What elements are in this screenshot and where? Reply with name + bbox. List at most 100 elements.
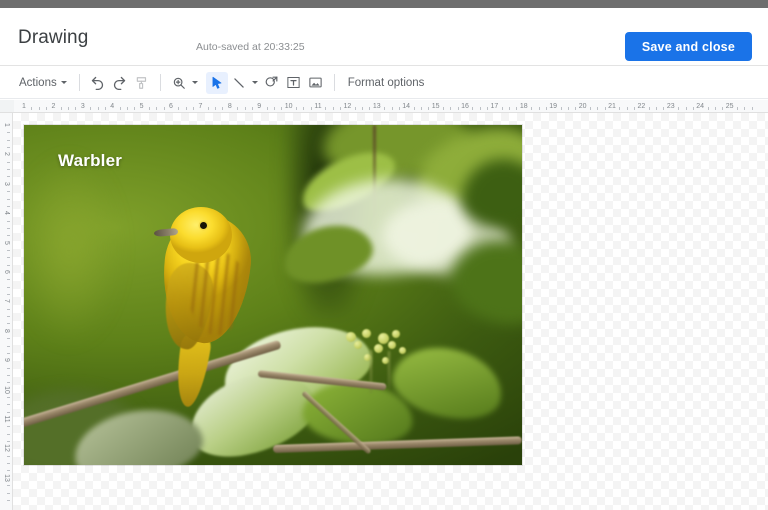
ruler-tick (31, 107, 33, 110)
format-options-button[interactable]: Format options (342, 74, 431, 92)
ruler-tick-label: 19 (549, 103, 558, 110)
save-and-close-button[interactable]: Save and close (624, 32, 752, 61)
ruler-tick (7, 396, 10, 398)
ruler-tick (413, 107, 415, 110)
ruler-tick (450, 107, 452, 110)
image-icon[interactable] (305, 72, 327, 94)
ruler-tick (7, 463, 10, 465)
bird-figure (153, 207, 263, 415)
ruler-tick (75, 107, 77, 110)
ruler-tick (7, 227, 10, 229)
ruler-tick-label: 8 (227, 103, 232, 110)
zoom-dropdown-icon[interactable] (190, 72, 201, 94)
ruler-tick (7, 455, 10, 457)
page-title: Drawing (18, 27, 89, 48)
ruler-tick (604, 107, 606, 110)
ruler-tick (332, 107, 334, 110)
ruler-tick (7, 433, 10, 435)
drawing-canvas[interactable]: Warbler (13, 113, 768, 510)
zoom-icon[interactable] (168, 72, 190, 94)
ruler-tick-label: 10 (3, 385, 10, 394)
ruler-tick (310, 107, 312, 110)
ruler-tick-label: 4 (3, 211, 10, 216)
ruler-tick-label: 14 (402, 103, 411, 110)
toolbar-divider (333, 74, 335, 91)
ruler-tick (340, 107, 342, 110)
actions-menu-label: Actions (19, 76, 57, 89)
ruler-tick (7, 411, 10, 413)
ruler-tick (516, 107, 518, 110)
ruler-tick-label: 10 (284, 103, 293, 110)
ruler-tick (7, 492, 10, 494)
ruler-tick-label: 21 (608, 103, 616, 110)
paint-format-icon (131, 72, 153, 94)
drawing-toolbar: Actions Format options (0, 67, 768, 99)
ruler-tick (428, 107, 430, 110)
ruler-tick-label: 2 (51, 103, 56, 110)
ruler-tick (685, 107, 687, 110)
browser-chrome-bar (0, 0, 768, 8)
ruler-tick (7, 249, 10, 251)
ruler-tick (7, 404, 10, 406)
ruler-tick (626, 107, 628, 110)
chevron-down-icon (192, 81, 199, 84)
ruler-tick (266, 107, 268, 110)
undo-icon[interactable] (87, 72, 109, 94)
ruler-tick (391, 107, 393, 110)
ruler-tick (7, 345, 10, 347)
ruler-tick (420, 107, 422, 110)
ruler-tick (714, 107, 716, 110)
ruler-tick (7, 176, 10, 178)
select-arrow-icon[interactable] (205, 71, 228, 94)
ruler-tick (222, 107, 224, 110)
ruler-tick (560, 107, 562, 110)
flower-cluster (328, 329, 428, 404)
ruler-tick (7, 485, 10, 487)
ruler-tick (7, 169, 10, 171)
ruler-tick (119, 107, 121, 110)
ruler-tick (7, 499, 10, 501)
ruler-tick-label: 2 (3, 152, 10, 157)
ruler-tick (97, 107, 99, 110)
ruler-tick (193, 107, 195, 110)
ruler-tick (244, 107, 246, 110)
chevron-down-icon (252, 81, 259, 84)
ruler-tick (545, 107, 547, 110)
ruler-tick (501, 107, 503, 110)
line-icon[interactable] (228, 72, 250, 94)
ruler-tick-label: 12 (3, 444, 10, 453)
actions-menu[interactable]: Actions (14, 74, 72, 92)
shape-icon[interactable] (261, 72, 283, 94)
line-dropdown-icon[interactable] (250, 72, 261, 94)
ruler-tick (663, 107, 665, 110)
ruler-tick (7, 441, 10, 443)
ruler-tick (7, 316, 10, 318)
ruler-tick (398, 107, 400, 110)
ruler-tick (619, 107, 621, 110)
ruler-tick (7, 139, 10, 141)
ruler-tick (148, 107, 150, 110)
ruler-tick (7, 323, 10, 325)
ruler-tick-label: 4 (110, 103, 115, 110)
ruler-tick (281, 107, 283, 110)
ruler-tick (295, 107, 297, 110)
ruler-tick (678, 107, 680, 110)
ruler-tick-label: 5 (3, 240, 10, 245)
ruler-tick (178, 107, 180, 110)
ruler-tick-label: 13 (372, 103, 381, 110)
ruler-tick (384, 107, 386, 110)
warbler-photo[interactable]: Warbler (24, 125, 522, 465)
ruler-tick (7, 205, 10, 207)
text-box-icon[interactable] (283, 72, 305, 94)
ruler-tick (7, 374, 10, 376)
horizontal-ruler: 1 2 3 4 5 6 7 8 9 10 11 12 13 14 15 16 17 18 19 20 21 22 23 24 2… (0, 100, 768, 113)
ruler-tick (354, 107, 356, 110)
photo-content: Warbler (24, 125, 522, 465)
ruler-tick (744, 107, 746, 110)
redo-icon[interactable] (109, 72, 131, 94)
ruler-tick-label: 25 (725, 103, 734, 110)
ruler-tick (722, 107, 724, 110)
ruler-tick (185, 107, 187, 110)
ruler-tick-label: 15 (431, 103, 440, 110)
toolbar-divider (159, 74, 161, 91)
